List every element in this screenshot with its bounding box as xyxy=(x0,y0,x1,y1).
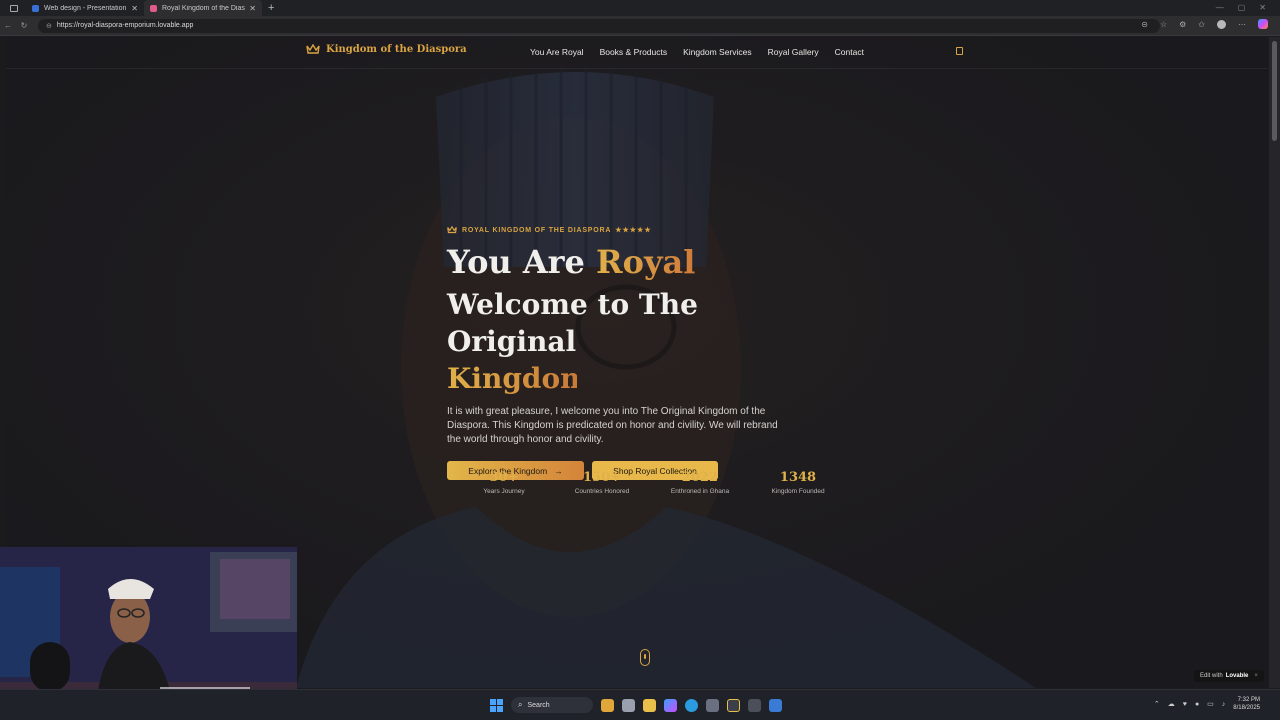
taskbar-apps: ⌕ Search xyxy=(490,697,782,713)
refresh-icon[interactable]: ↻ xyxy=(16,21,32,30)
shopping-bag-icon[interactable] xyxy=(956,47,963,55)
browser-tab-bar: Web design - Presentation ✕ Royal Kingdo… xyxy=(0,0,1280,16)
minimize-icon[interactable]: — xyxy=(1216,3,1224,12)
stat-label: Countries Honored xyxy=(574,488,630,495)
scroll-mouse-icon[interactable] xyxy=(640,649,650,666)
heading-royal: Royal xyxy=(596,243,696,281)
back-icon[interactable]: ← xyxy=(0,21,16,30)
lovable-brand: Lovable xyxy=(1225,673,1249,679)
window-menu-icon[interactable] xyxy=(10,4,18,12)
nav-books-products[interactable]: Books & Products xyxy=(600,47,668,57)
stats-row: 30+ Years Journey 150+ Countries Honored… xyxy=(455,470,847,495)
windows-taskbar: ⌕ Search ⌃ ☁ ♥ ● ▭ ♪ 7:32 PM 8/18/2025 xyxy=(0,689,1280,720)
favorites-icon[interactable]: ✩ xyxy=(1198,20,1205,29)
crown-icon xyxy=(447,226,457,234)
edge-browser-icon[interactable] xyxy=(685,698,698,712)
stat-label: Enthroned in Ghana xyxy=(670,488,730,495)
file-explorer-icon[interactable] xyxy=(643,698,656,712)
url-text: https://royal-diaspora-emporium.lovable.… xyxy=(56,22,194,29)
site-info-icon[interactable]: ⊖ xyxy=(46,22,52,30)
nav-kingdom-services[interactable]: Kingdom Services xyxy=(683,47,752,57)
tab-title: Royal Kingdom of the Diaspora xyxy=(162,4,245,12)
heading-you-are: You Are xyxy=(447,243,596,281)
tab-favicon-icon xyxy=(32,4,39,12)
nav-contact[interactable]: Contact xyxy=(835,47,864,57)
taskbar-search[interactable]: ⌕ Search xyxy=(511,697,593,713)
shield-icon[interactable]: ♥ xyxy=(1183,701,1187,708)
tab-favicon-icon xyxy=(150,4,157,12)
brand-name: Kingdom of the Diaspora xyxy=(326,44,467,55)
lovable-prefix: Edit with xyxy=(1200,673,1223,679)
window-controls: — ▢ ✕ xyxy=(1202,0,1280,15)
stat-item: 1348 Kingdom Founded xyxy=(749,470,847,495)
eyebrow-text: ROYAL KINGDOM OF THE DIASPORA xyxy=(462,226,612,234)
taskbar-search-label: Search xyxy=(527,701,550,709)
stat-value: 30+ xyxy=(489,470,519,485)
crown-icon xyxy=(306,44,320,54)
main-nav: You Are Royal Books & Products Kingdom S… xyxy=(530,47,864,57)
url-field[interactable]: ⊖ https://royal-diaspora-emporium.lovabl… xyxy=(38,18,1160,33)
terminal-icon[interactable] xyxy=(748,698,761,712)
site-logo[interactable]: Kingdom of the Diaspora xyxy=(306,44,467,55)
close-badge-icon[interactable]: × xyxy=(1254,673,1258,679)
stat-value: 1348 xyxy=(779,470,817,485)
tab-royal-kingdom[interactable]: Royal Kingdom of the Diaspora ✕ xyxy=(144,0,262,16)
stat-item: 2022 Enthroned in Ghana xyxy=(651,470,749,495)
widgets-icon[interactable] xyxy=(601,698,614,712)
nav-you-are-royal[interactable]: You Are Royal xyxy=(530,47,584,57)
close-tab-icon[interactable]: ✕ xyxy=(249,4,256,13)
more-menu-icon[interactable]: ⋯ xyxy=(1238,20,1246,29)
profile-avatar[interactable] xyxy=(1217,19,1226,29)
lovable-badge[interactable]: Edit with Lovable × xyxy=(1194,670,1264,682)
clock-date: 8/18/2025 xyxy=(1233,705,1260,711)
heading-kingdom: Kingdom xyxy=(447,362,590,395)
tab-web-design[interactable]: Web design - Presentation ✕ xyxy=(26,0,144,16)
scrollbar-thumb[interactable] xyxy=(1272,41,1277,141)
stat-value: 150+ xyxy=(582,470,622,485)
chevron-up-icon[interactable]: ⌃ xyxy=(1154,700,1160,708)
new-tab-button[interactable]: + xyxy=(268,2,274,14)
windows-start-icon[interactable] xyxy=(490,698,503,712)
favorite-star-icon[interactable]: ☆ xyxy=(1160,20,1167,29)
extensions-icon[interactable]: ⚙ xyxy=(1179,20,1186,29)
search-icon: ⌕ xyxy=(518,700,523,709)
system-tray: ⌃ ☁ ♥ ● ▭ ♪ 7:32 PM 8/18/2025 xyxy=(1154,696,1260,712)
volume-icon[interactable]: ♪ xyxy=(1222,701,1226,708)
mic-icon[interactable]: ● xyxy=(1195,701,1199,708)
rating-stars: ★★★★★ xyxy=(615,227,652,234)
stat-label: Kingdom Founded xyxy=(771,488,825,495)
browser-toolbar: ⊝ ☆ ⚙ ✩ ⋯ xyxy=(1141,19,1268,29)
app-icon[interactable] xyxy=(727,698,740,712)
hero-description: It is with great pleasure, I welcome you… xyxy=(447,406,778,445)
site-header: Kingdom of the Diaspora You Are Royal Bo… xyxy=(6,37,1268,69)
task-view-icon[interactable] xyxy=(622,698,635,712)
heading-line2: Welcome to The Original xyxy=(447,288,698,358)
stat-item: 30+ Years Journey xyxy=(455,470,553,495)
stat-label: Years Journey xyxy=(483,488,525,495)
nav-royal-gallery[interactable]: Royal Gallery xyxy=(768,47,819,57)
close-tab-icon[interactable]: ✕ xyxy=(131,4,138,13)
page-scrollbar[interactable] xyxy=(1269,37,1280,688)
clock-time: 7:32 PM xyxy=(1237,697,1260,703)
copilot-app-icon[interactable] xyxy=(664,698,677,712)
read-aloud-icon[interactable]: ⊝ xyxy=(1141,20,1148,29)
photos-icon[interactable] xyxy=(769,698,782,712)
close-window-icon[interactable]: ✕ xyxy=(1259,3,1266,12)
store-icon[interactable] xyxy=(706,698,719,712)
address-bar-row: ← ↻ ⊖ https://royal-diaspora-emporium.lo… xyxy=(0,16,1280,36)
maximize-icon[interactable]: ▢ xyxy=(1238,3,1246,12)
hero-section: ROYAL KINGDOM OF THE DIASPORA ★★★★★ You … xyxy=(447,226,827,480)
tab-title: Web design - Presentation xyxy=(44,4,127,12)
hero-eyebrow: ROYAL KINGDOM OF THE DIASPORA ★★★★★ xyxy=(447,226,827,234)
hero-heading: You Are Royal Welcome to The Original Ki… xyxy=(447,244,827,397)
stat-item: 150+ Countries Honored xyxy=(553,470,651,495)
network-icon[interactable]: ▭ xyxy=(1207,700,1214,708)
heading-line1: You Are Royal xyxy=(447,243,695,281)
clock[interactable]: 7:32 PM 8/18/2025 xyxy=(1233,696,1260,712)
stat-value: 2022 xyxy=(681,470,719,485)
cloud-icon[interactable]: ☁ xyxy=(1168,700,1175,708)
copilot-icon[interactable] xyxy=(1258,19,1268,29)
